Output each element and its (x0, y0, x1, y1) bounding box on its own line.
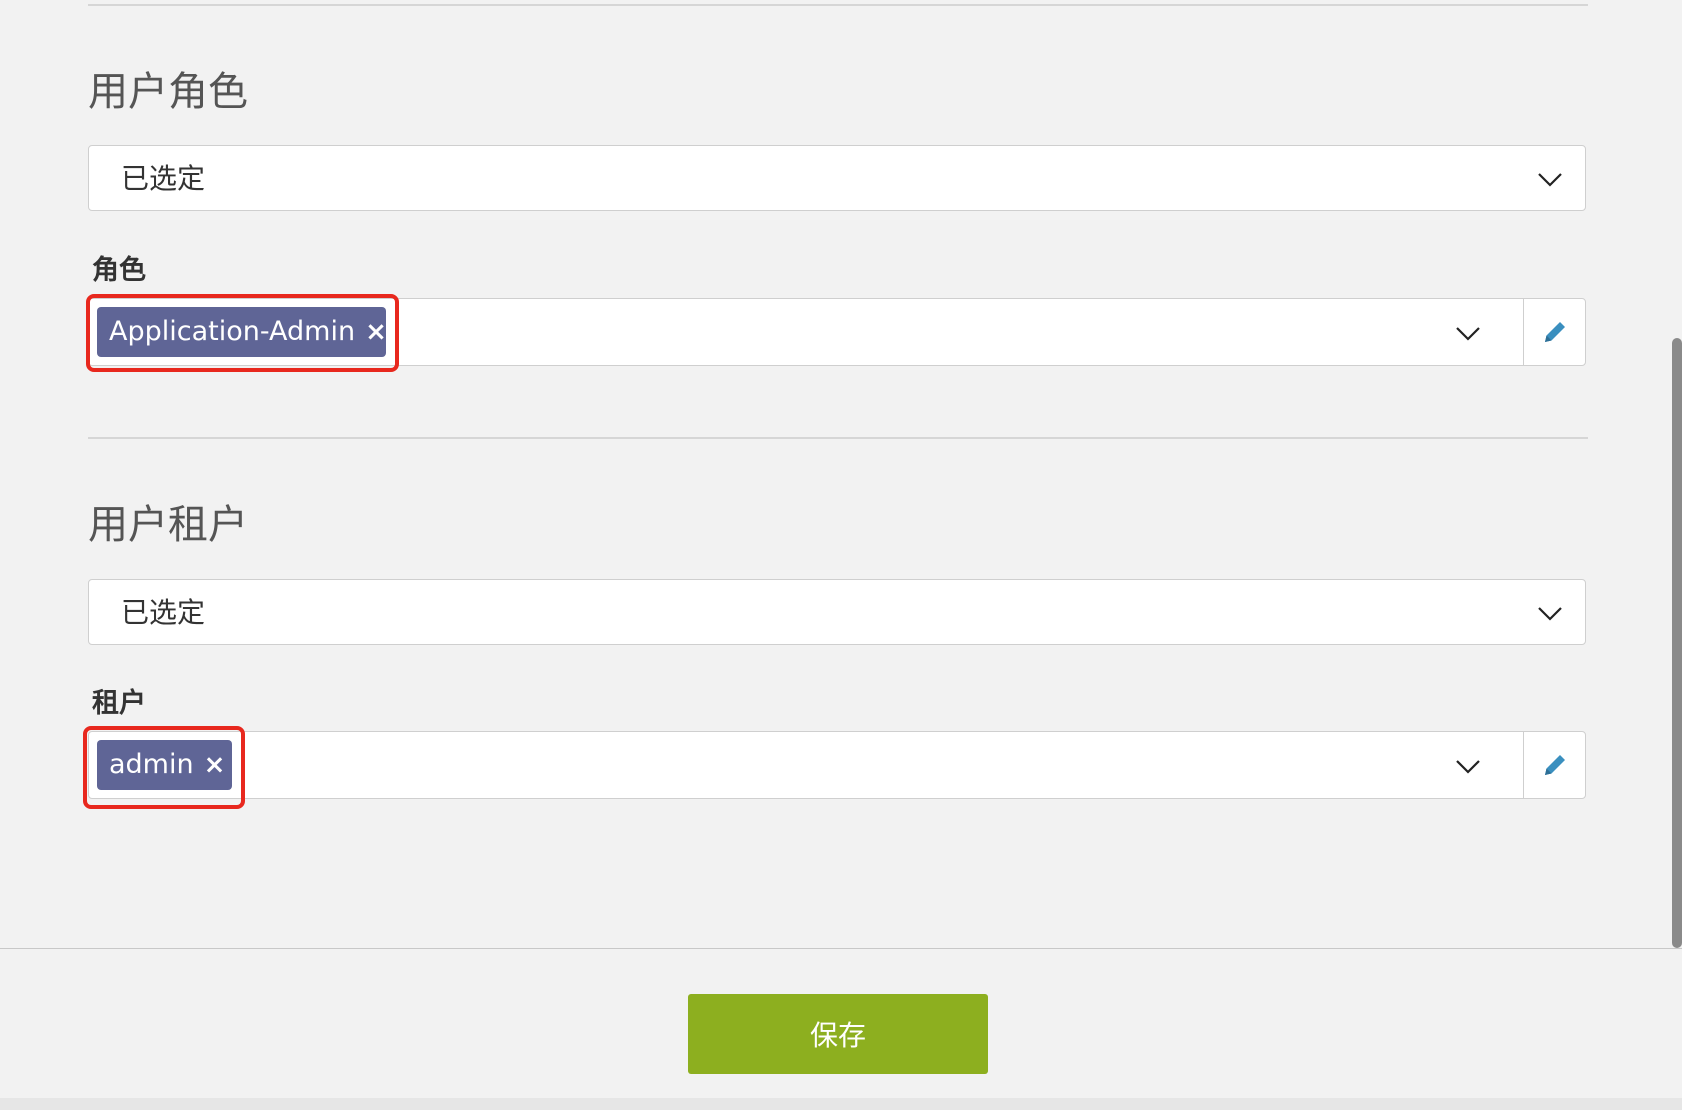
tenants-field-label: 租户 (92, 688, 146, 719)
user-roles-heading: 用户角色 (88, 69, 248, 115)
tenants-filter-select[interactable]: 已选定 (88, 579, 1586, 645)
form-scroll-region: 用户角色 已选定 角色 Application-Admin × 用户租户 已选定 … (0, 0, 1682, 949)
role-tag-highlight (86, 294, 399, 372)
tenants-multiselect[interactable]: admin × (88, 731, 1586, 799)
roles-field-label: 角色 (92, 255, 146, 286)
section-divider (88, 437, 1588, 439)
chevron-down-icon (1538, 173, 1562, 187)
pencil-icon (1545, 755, 1565, 775)
roles-filter-value: 已选定 (121, 162, 206, 195)
save-button[interactable]: 保存 (688, 994, 988, 1074)
chevron-down-icon[interactable] (1455, 321, 1481, 345)
roles-filter-select[interactable]: 已选定 (88, 145, 1586, 211)
chevron-down-icon[interactable] (1455, 754, 1481, 778)
tenant-tag-highlight (83, 726, 245, 809)
roles-edit-button[interactable] (1523, 299, 1585, 365)
pencil-icon (1545, 322, 1565, 342)
tenants-edit-button[interactable] (1523, 732, 1585, 798)
section-divider (88, 4, 1588, 6)
bottom-edge (0, 1098, 1682, 1110)
tenants-filter-value: 已选定 (121, 596, 206, 629)
user-tenants-heading: 用户租户 (88, 502, 248, 548)
vertical-scrollbar[interactable] (1672, 338, 1682, 948)
chevron-down-icon (1538, 607, 1562, 621)
